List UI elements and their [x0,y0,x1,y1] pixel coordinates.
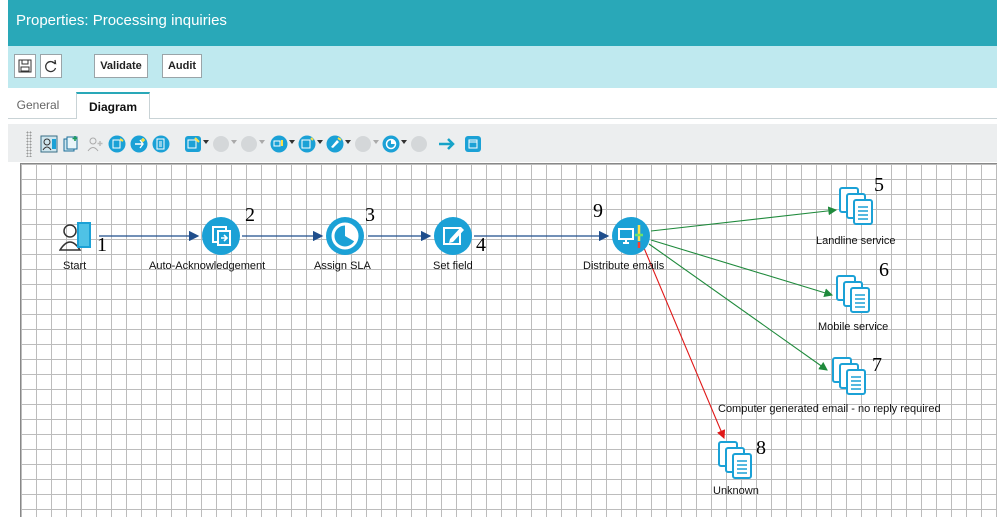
step-number: 6 [879,259,889,281]
unknown-label: Unknown [713,485,759,497]
step-number: 1 [97,234,107,256]
refresh-button[interactable] [40,54,62,78]
chevron-down-icon[interactable] [345,140,351,144]
add-rule-icon[interactable] [184,135,202,153]
edit-tool-icon[interactable] [326,135,344,153]
action-bar: Validate Audit [8,46,997,88]
save-icon [18,59,32,73]
title-bar: Properties: Processing inquiries [8,0,997,46]
link-distribute-mobile [650,239,834,297]
step-number: 5 [874,174,884,196]
validate-button[interactable]: Validate [94,54,148,78]
set-field-label: Set field [433,260,473,272]
disabled-tool-icon [411,136,427,152]
add-queue-icon[interactable] [62,135,80,153]
mobile-service-queue-icon[interactable] [835,274,871,314]
start-node-icon[interactable] [59,220,93,252]
landline-service-label: Landline service [816,235,896,247]
distribute-tool-icon[interactable] [270,135,288,153]
step-number: 8 [756,437,766,459]
save-button[interactable] [14,54,36,78]
unknown-queue-icon[interactable] [717,440,753,480]
computer-generated-email-label: Computer generated email - no reply requ… [718,403,941,415]
step-number: 3 [365,204,375,226]
step-number: 9 [593,200,603,222]
chevron-down-icon[interactable] [317,140,323,144]
sla-tool-icon[interactable] [382,135,400,153]
add-user-icon[interactable] [86,135,104,153]
set-field-node-icon[interactable] [433,216,473,256]
link-distribute-landline [650,206,838,232]
auto-acknowledgement-label: Auto-Acknowledgement [149,260,266,272]
disabled-tool-icon [213,136,229,152]
assign-sla-node-icon[interactable] [325,216,365,256]
chevron-down-icon[interactable] [289,140,295,144]
link-distribute-cge [648,243,828,371]
assign-sla-label: Assign SLA [314,260,371,272]
chevron-down-icon [373,140,379,144]
disabled-tool-icon [355,136,371,152]
distribute-emails-node-icon[interactable] [611,216,651,256]
step-number: 4 [476,234,486,256]
chevron-down-icon[interactable] [203,140,209,144]
auto-acknowledgement-node-icon[interactable] [201,216,241,256]
add-document-icon[interactable] [152,135,170,153]
disabled-tool-icon [241,136,257,152]
set-field-tool-icon[interactable] [298,135,316,153]
distribute-emails-label: Distribute emails [583,260,665,272]
tab-diagram[interactable]: Diagram [76,92,150,119]
chevron-down-icon [259,140,265,144]
chevron-down-icon[interactable] [401,140,407,144]
add-activity-icon[interactable] [108,135,126,153]
diagram-canvas[interactable]: Start 1 Auto-Acknowledgement 2 Assign SL… [20,163,997,517]
mobile-service-label: Mobile service [818,321,889,333]
step-number: 7 [872,354,882,376]
window-tool-icon[interactable] [464,135,482,153]
add-start-node-icon[interactable] [40,135,58,153]
window-title: Properties: Processing inquiries [16,12,227,29]
link-distribute-unknown [643,247,726,440]
toolbar-grip [26,131,32,157]
audit-button[interactable]: Audit [162,54,202,78]
start-node-label: Start [63,260,87,272]
landline-service-queue-icon[interactable] [838,186,874,226]
chevron-down-icon [231,140,237,144]
arrow-right-icon[interactable] [438,135,456,153]
tab-bar: General Diagram [8,88,997,119]
step-number: 2 [245,204,255,226]
computer-generated-email-queue-icon[interactable] [831,356,867,396]
diagram-toolbar [8,124,997,162]
tab-general[interactable]: General [8,92,68,118]
refresh-icon [45,59,57,73]
add-branch-icon[interactable] [130,135,148,153]
